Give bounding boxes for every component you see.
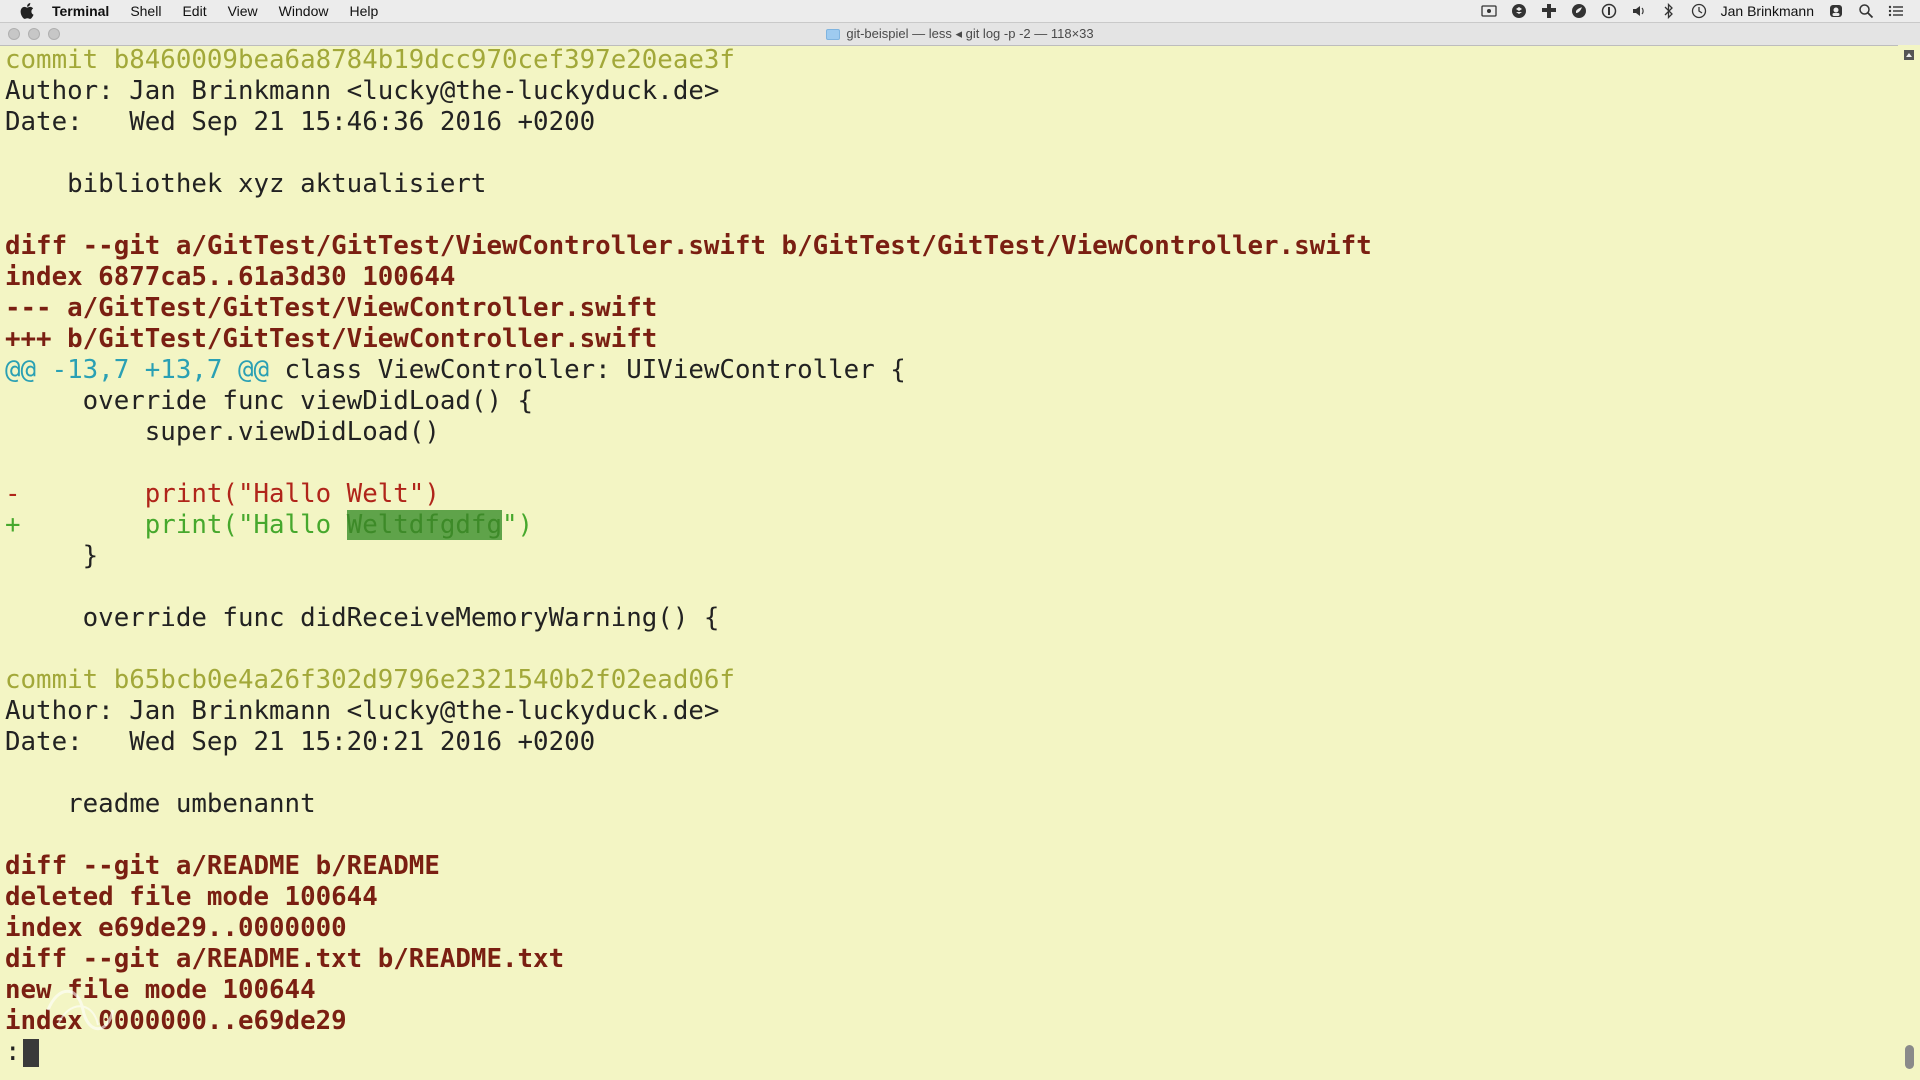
terminal-line-diffhdr: deleted file mode 100644 (5, 882, 378, 912)
screen-recording-icon[interactable] (1480, 3, 1497, 19)
terminal-line-ctx: override func didReceiveMemoryWarning() … (5, 603, 720, 633)
terminal-line-del: - print("Hallo Welt") (5, 479, 440, 509)
scroll-up-arrow-icon[interactable] (1904, 50, 1914, 60)
terminal-line-hunk: @@ -13,7 +13,7 @@ class ViewController: … (5, 355, 1895, 386)
terminal-output[interactable]: commit b8460009bea6a8784b19dcc970cef397e… (5, 45, 1895, 1075)
1password-icon[interactable] (1601, 3, 1617, 19)
window-title-bar[interactable]: git-beispiel — less ◂ git log -p -2 — 11… (0, 23, 1920, 46)
menu-help[interactable]: Help (349, 3, 378, 19)
terminal-line-ctx: } (5, 541, 99, 571)
hunk-range: @@ -13,7 +13,7 @@ (5, 355, 270, 385)
window-title-text: git-beispiel — less ◂ git log -p -2 — 11… (846, 26, 1094, 41)
terminal-line-meta: Date: Wed Sep 21 15:46:36 2016 +0200 (5, 107, 596, 137)
selected-text[interactable]: Weltdfgdfg (346, 510, 502, 540)
added-line-text: + print("Hallo (5, 510, 347, 540)
menu-shell[interactable]: Shell (130, 3, 161, 19)
terminal-line-ctx: override func viewDidLoad() { (5, 386, 534, 416)
menu-app-terminal[interactable]: Terminal (52, 3, 109, 19)
spotlight-search-icon[interactable] (1858, 3, 1874, 19)
terminal-line-diffhdr: diff --git a/README b/README (5, 851, 440, 881)
notification-center-icon[interactable] (1888, 3, 1904, 19)
scrollbar[interactable] (1898, 45, 1920, 1075)
scroll-thumb[interactable] (1905, 1045, 1914, 1069)
dropbox-icon[interactable] (1511, 3, 1527, 19)
volume-icon[interactable] (1631, 3, 1647, 19)
terminal-line-diffhdr: --- a/GitTest/GitTest/ViewController.swi… (5, 293, 658, 323)
added-line-rest: ") (502, 510, 534, 540)
menu-view[interactable]: View (228, 3, 258, 19)
menu-edit[interactable]: Edit (182, 3, 206, 19)
evernote-icon[interactable] (1571, 3, 1587, 19)
terminal-line-meta: Author: Jan Brinkmann <lucky@the-luckydu… (5, 76, 720, 106)
terminal-line-commit: commit b65bcb0e4a26f302d9796e2321540b2f0… (5, 665, 735, 695)
watermark-logo-icon (46, 989, 115, 1031)
menu-bar: Terminal Shell Edit View Window Help Jan… (0, 0, 1920, 23)
pager-prompt-line[interactable]: : (5, 1037, 1895, 1068)
current-user-name[interactable]: Jan Brinkmann (1721, 3, 1814, 19)
terminal-line-meta: Date: Wed Sep 21 15:20:21 2016 +0200 (5, 727, 596, 757)
terminal-line-diffhdr: index e69de29..0000000 (5, 913, 347, 943)
user-account-icon[interactable] (1828, 3, 1844, 19)
terminal-line-diffhdr: diff --git a/GitTest/GitTest/ViewControl… (5, 231, 1372, 261)
apple-menu-icon[interactable] (16, 3, 38, 19)
hunk-context: class ViewController: UIViewController { (269, 355, 906, 385)
terminal-line-diffhdr: new file mode 100644 (5, 975, 316, 1005)
status-menus: Jan Brinkmann (1480, 0, 1904, 22)
terminal-line-diffhdr: diff --git a/README.txt b/README.txt (5, 944, 565, 974)
terminal-line-meta: readme umbenannt (5, 789, 316, 819)
terminal-line-add: + print("Hallo Weltdfgdfg") (5, 510, 1895, 541)
text-cursor (22, 1038, 39, 1067)
terminal-line-commit: commit b8460009bea6a8784b19dcc970cef397e… (5, 45, 735, 75)
terminal-line-meta: Author: Jan Brinkmann <lucky@the-luckydu… (5, 696, 720, 726)
terminal-line-ctx: super.viewDidLoad() (5, 417, 440, 447)
window-title: git-beispiel — less ◂ git log -p -2 — 11… (0, 26, 1920, 42)
terminal-line-diffhdr: index 0000000..e69de29 (5, 1006, 347, 1036)
menu-window[interactable]: Window (279, 3, 329, 19)
terminal-line-diffhdr: +++ b/GitTest/GitTest/ViewController.swi… (5, 324, 658, 354)
terminal-line-meta: bibliothek xyz aktualisiert (5, 169, 487, 199)
pager-prompt: : (5, 1037, 21, 1067)
extension-icon[interactable] (1541, 3, 1557, 19)
terminal-line-diffhdr: index 6877ca5..61a3d30 100644 (5, 262, 456, 292)
time-machine-icon[interactable] (1691, 3, 1707, 19)
bluetooth-icon[interactable] (1661, 3, 1677, 19)
folder-icon (826, 28, 841, 40)
